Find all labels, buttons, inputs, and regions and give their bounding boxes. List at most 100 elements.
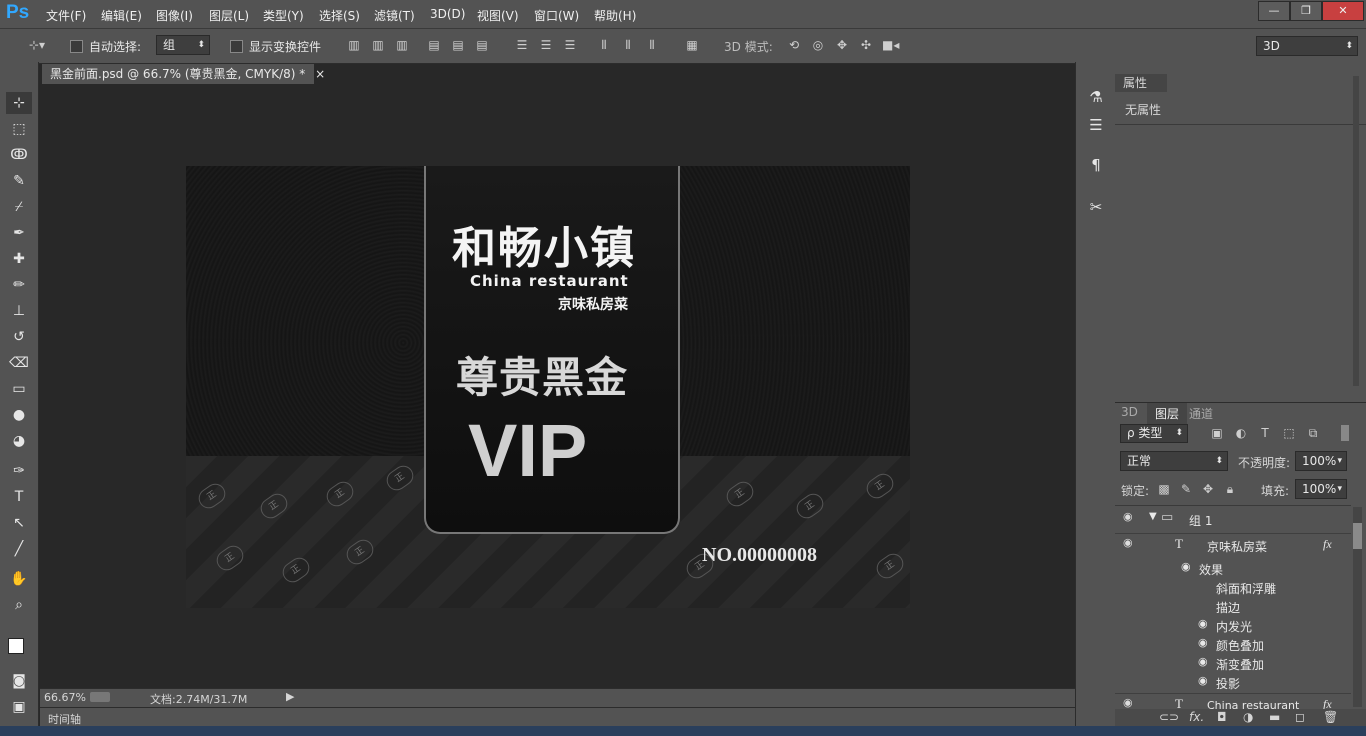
quick-mask-icon[interactable]: ◙ — [6, 670, 32, 692]
new-adjustment-icon[interactable]: ◑ — [1243, 710, 1253, 724]
menu-edit[interactable]: 编辑(E) — [101, 7, 142, 24]
gradient-tool-icon[interactable]: ▭ — [6, 378, 32, 400]
brush-tool-icon[interactable]: ✏ — [6, 274, 32, 296]
show-transform-checkbox[interactable] — [230, 40, 243, 53]
quick-select-tool-icon[interactable]: ✎ — [6, 170, 32, 192]
effect-row[interactable]: 描边 — [1115, 597, 1351, 616]
effect-row[interactable]: ◉ 内发光 — [1115, 616, 1351, 635]
3d-slide-icon[interactable]: ✣ — [858, 37, 874, 53]
lock-transparent-icon[interactable]: ▩ — [1156, 481, 1172, 497]
pen-tool-icon[interactable]: ✑ — [6, 460, 32, 482]
visibility-eye-icon[interactable]: ◉ — [1198, 674, 1208, 687]
menu-layer[interactable]: 图层(L) — [209, 7, 249, 24]
lock-all-icon[interactable]: 🔒︎ — [1222, 481, 1238, 497]
workspace-dropdown[interactable]: 3D ⬍ — [1256, 36, 1358, 56]
distribute-hcenter-icon[interactable]: ⫴ — [620, 37, 636, 53]
fill-field[interactable]: 100% ▾ — [1295, 479, 1347, 499]
status-menu-arrow-icon[interactable]: ▶ — [286, 690, 294, 703]
add-style-icon[interactable]: fx. — [1189, 710, 1204, 724]
visibility-eye-icon[interactable]: ◉ — [1198, 655, 1208, 668]
path-select-tool-icon[interactable]: ↖ — [6, 512, 32, 534]
menu-window[interactable]: 窗口(W) — [534, 7, 579, 24]
filter-smart-object-icon[interactable]: ⧉ — [1305, 425, 1321, 441]
move-tool-preset-icon[interactable]: ⊹▾ — [22, 37, 52, 53]
align-vcenter-icon[interactable]: ▥ — [370, 37, 386, 53]
menu-type[interactable]: 类型(Y) — [263, 7, 304, 24]
effect-row[interactable]: ◉ 渐变叠加 — [1115, 654, 1351, 673]
minimize-button[interactable]: — — [1258, 1, 1290, 21]
link-layers-icon[interactable]: ⊂⊃ — [1159, 710, 1179, 724]
effects-row[interactable]: ◉ 效果 — [1115, 559, 1351, 578]
hand-tool-icon[interactable]: ✋ — [6, 568, 32, 590]
foreground-color-swatch[interactable] — [8, 638, 24, 654]
visibility-eye-icon[interactable]: ◉ — [1198, 636, 1208, 649]
distribute-right-icon[interactable]: ⫴ — [644, 37, 660, 53]
distribute-left-icon[interactable]: ⫴ — [596, 37, 612, 53]
align-left-icon[interactable]: ▤ — [426, 37, 442, 53]
3d-scale-icon[interactable]: ■◂ — [882, 37, 899, 53]
visibility-eye-icon[interactable]: ◉ — [1181, 560, 1191, 573]
visibility-eye-icon[interactable]: ◉ — [1198, 617, 1208, 630]
eraser-tool-icon[interactable]: ⌫ — [6, 352, 32, 374]
auto-select-dropdown[interactable]: 组 ⬍ — [156, 35, 210, 55]
history-brush-tool-icon[interactable]: ↺ — [6, 326, 32, 348]
align-right-icon[interactable]: ▤ — [474, 37, 490, 53]
crop-tool-icon[interactable]: ⌿ — [6, 196, 32, 218]
lock-pixels-icon[interactable]: ✎ — [1178, 481, 1194, 497]
marquee-tool-icon[interactable]: ⬚ — [6, 118, 32, 140]
menu-filter[interactable]: 滤镜(T) — [374, 7, 415, 24]
fx-icon[interactable]: fx — [1323, 537, 1332, 552]
paragraph-icon[interactable]: ¶ — [1085, 154, 1107, 176]
adjustments-icon[interactable]: ☰ — [1085, 114, 1107, 136]
auto-select-checkbox[interactable] — [70, 40, 83, 53]
blend-mode-dropdown[interactable]: 正常 ⬍ — [1120, 451, 1228, 471]
delete-layer-icon[interactable]: 🗑︎ — [1323, 710, 1338, 724]
tools-presets-icon[interactable]: ✂ — [1085, 196, 1107, 218]
lock-position-icon[interactable]: ✥ — [1200, 481, 1216, 497]
menu-file[interactable]: 文件(F) — [46, 7, 86, 24]
properties-tab[interactable]: 属性 — [1115, 74, 1167, 92]
align-top-icon[interactable]: ▥ — [346, 37, 362, 53]
effect-row[interactable]: 斜面和浮雕 — [1115, 578, 1351, 597]
healing-brush-tool-icon[interactable]: ✚ — [6, 248, 32, 270]
filter-type-icon[interactable]: T — [1257, 425, 1273, 441]
visibility-eye-icon[interactable]: ◉ — [1123, 536, 1133, 549]
auto-align-icon[interactable]: ▦ — [684, 37, 700, 53]
tab-3d[interactable]: 3D — [1121, 405, 1138, 419]
menu-select[interactable]: 选择(S) — [319, 7, 360, 24]
filter-adjustment-icon[interactable]: ◐ — [1233, 425, 1249, 441]
filter-shape-icon[interactable]: ⬚ — [1281, 425, 1297, 441]
clone-stamp-tool-icon[interactable]: ⊥ — [6, 300, 32, 322]
effect-row[interactable]: ◉ 投影 — [1115, 673, 1351, 692]
layer-row-group[interactable]: ◉ ▼ ▭ 组 1 — [1115, 510, 1351, 529]
3d-roll-icon[interactable]: ◎ — [810, 37, 826, 53]
new-group-icon[interactable]: ▬ — [1269, 710, 1280, 724]
layers-scrollbar-thumb[interactable] — [1353, 523, 1362, 549]
close-button[interactable]: ✕ — [1322, 1, 1364, 21]
history-icon[interactable]: ⚗ — [1085, 86, 1107, 108]
close-tab-icon[interactable]: × — [315, 67, 325, 81]
dodge-tool-icon[interactable]: ◕ — [6, 430, 32, 452]
new-layer-icon[interactable]: ◻ — [1295, 710, 1305, 724]
align-bottom-icon[interactable]: ▥ — [394, 37, 410, 53]
menu-view[interactable]: 视图(V) — [477, 7, 519, 24]
blur-tool-icon[interactable]: ● — [6, 404, 32, 426]
screen-mode-icon[interactable]: ▣ — [6, 696, 32, 718]
lasso-tool-icon[interactable]: ↂ — [6, 144, 32, 166]
distribute-top-icon[interactable]: ☰ — [514, 37, 530, 53]
distribute-vcenter-icon[interactable]: ☰ — [538, 37, 554, 53]
restore-button[interactable]: ❐ — [1290, 1, 1322, 21]
zoom-tool-icon[interactable]: ⌕ — [6, 594, 32, 616]
line-tool-icon[interactable]: ╱ — [6, 538, 32, 560]
eyedropper-tool-icon[interactable]: ✒ — [6, 222, 32, 244]
move-tool-icon[interactable]: ⊹ — [6, 92, 32, 114]
distribute-bottom-icon[interactable]: ☰ — [562, 37, 578, 53]
filter-pixel-icon[interactable]: ▣ — [1209, 425, 1225, 441]
tab-layers[interactable]: 图层 — [1147, 403, 1188, 424]
3d-pan-icon[interactable]: ✥ — [834, 37, 850, 53]
layer-row-text[interactable]: ◉ T 京味私房菜 fx — [1115, 533, 1351, 555]
align-hcenter-icon[interactable]: ▤ — [450, 37, 466, 53]
menu-image[interactable]: 图像(I) — [156, 7, 193, 24]
3d-rotate-icon[interactable]: ⟲ — [786, 37, 802, 53]
properties-scrollbar[interactable] — [1353, 76, 1359, 386]
